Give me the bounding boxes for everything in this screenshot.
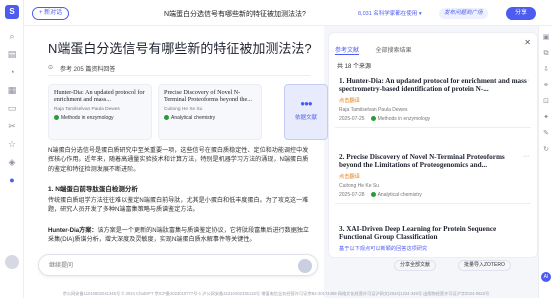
share-button[interactable]: 分享 (506, 7, 536, 20)
reference-item[interactable]: 1. Hunter-Dia: An updated protocol for e… (335, 73, 531, 128)
reference-card-title: Hunter-Dia: An updated protocol for enri… (54, 89, 145, 104)
journal-dot-icon (164, 115, 169, 120)
reference-title[interactable]: 2. Precise Discovery of Novel N-Terminal… (339, 153, 527, 170)
app-logo[interactable]: S (5, 5, 19, 19)
download-icon[interactable]: ⇩ (542, 66, 550, 74)
answer-paragraph: 传统蛋白质组学方法往往难以鉴定N端蛋白前导肽，尤其是小蛋白和低丰度蛋白。为了攻克… (48, 197, 309, 214)
page-footer: 京公网安备11010802041345号 © 2024 ChatGPT 京ICP… (62, 291, 490, 296)
link-icon[interactable]: ⚭ (542, 82, 550, 90)
reference-card[interactable]: Hunter-Dia: An updated protocol for enri… (48, 84, 152, 140)
more-icon[interactable]: ⋯ (523, 77, 529, 84)
doc-icon[interactable]: ▤ (6, 48, 18, 60)
reference-card-journal: Analytical chemistry (164, 115, 256, 121)
answer-paragraph: Hunter-Dia方案：该方案是一个更新的N端肽富集与质谱鉴定协议，它将肽段富… (48, 226, 310, 245)
more-references-label: 依据文献 (294, 115, 317, 121)
reference-item[interactable]: 3. XAI-Driven Deep Learning for Protein … (335, 221, 531, 257)
reference-journal: Methods in enzymology (377, 115, 431, 122)
copy-icon[interactable]: ⧉ (542, 50, 550, 58)
reference-card-authors: Cuitong He Xe Su (164, 107, 203, 112)
reference-card-title: Precise Discovery of Novel N-Terminal Pr… (164, 89, 252, 104)
chevron-down-icon: ⊙ (48, 65, 54, 71)
references-panel: 参考文献 全部搜索结果 ✕ 共 18 个来源 1. Hunter-Dia: An… (328, 32, 538, 258)
reference-item[interactable]: 2. Precise Discovery of Novel N-Terminal… (335, 149, 531, 204)
grid-icon[interactable]: ▦ (6, 84, 18, 96)
reference-journal: Analytical chemistry (377, 191, 422, 198)
share-all-button[interactable]: 分享全部文献 (394, 260, 437, 271)
chat-icon[interactable]: ● (6, 174, 18, 186)
share-to-plaza-button[interactable]: 发布问题到广场 (439, 8, 488, 19)
journal-dot-icon (370, 191, 376, 197)
star-icon[interactable]: ☆ (6, 138, 18, 150)
close-icon[interactable]: ✕ (524, 38, 531, 47)
usage-badge[interactable]: 8,031 名科学家都在使用 ▾ (358, 9, 422, 17)
reference-meta: 2025-07-28 Analytical chemistry (339, 191, 527, 198)
folder-icon[interactable]: ▭ (6, 102, 18, 114)
reference-title[interactable]: 1. Hunter-Dia: An updated protocol for e… (339, 77, 527, 94)
page-title: N端蛋白分选信号有哪些新的特征被加测法法? (48, 41, 312, 56)
edit-icon[interactable]: ✎ (542, 130, 550, 138)
layout-icon[interactable]: ▣ (542, 34, 550, 42)
section-heading: 1. N端蛋白前导肽蛋白检测分析 (48, 186, 138, 193)
chat-input-box[interactable] (38, 254, 318, 276)
avatar[interactable] (5, 255, 19, 269)
reference-bar[interactable]: ⊙ 参考 205 篇资料回答 (48, 61, 310, 76)
reference-date: 2025-07-25 (339, 115, 365, 122)
search-icon[interactable]: ⌕ (6, 30, 18, 42)
page-title-top: N端蛋白分选信号有哪些新的特征被加测法法? (164, 11, 306, 18)
translate-link[interactable]: 点击翻译 (339, 97, 527, 104)
layers-icon[interactable]: ◈ (6, 156, 18, 168)
reference-authors: Raja Tamilselvan Paula Dewes (339, 106, 408, 113)
journal-label: Methods in enzymology (61, 115, 114, 121)
bookmark-icon[interactable]: ⊡ (542, 98, 550, 106)
more-icon[interactable]: ⋯ (523, 153, 529, 160)
tab-all-results[interactable]: 全部搜索结果 (375, 45, 411, 54)
reference-cards: Hunter-Dia: An updated protocol for enri… (48, 84, 328, 144)
reference-meta: 2025-07-25 Methods in enzymology (339, 115, 527, 122)
import-zotero-button[interactable]: 批量导入ZOTERO (458, 260, 511, 271)
reference-card-journal: Methods in enzymology (54, 115, 146, 121)
source-count: 共 18 个来源 (337, 64, 372, 70)
answer-paragraph: N端蛋白分选信号是蛋白质研究中至关重要一项，这些信号在蛋白质稳定性、定位和功能调… (48, 147, 309, 173)
send-button[interactable] (298, 259, 312, 273)
journal-dot-icon (54, 115, 59, 120)
reference-card-authors: Raja Tamilselvan Paula Dewes (54, 107, 120, 112)
reference-date: 2025-07-28 (339, 191, 365, 198)
reference-card[interactable]: Precise Discovery of Novel N-Terminal Pr… (158, 84, 262, 140)
translate-link[interactable]: 基于以下观点可以新颖的回答这项研究 (339, 245, 527, 252)
journal-dot-icon (370, 115, 376, 121)
reference-bar-label: 参考 205 篇资料回答 (60, 67, 116, 73)
references-tabs: 参考文献 全部搜索结果 (335, 39, 423, 55)
translate-link[interactable]: 点击翻译 (339, 173, 527, 180)
tab-references[interactable]: 参考文献 (335, 45, 360, 55)
main-content: N端蛋白分选信号有哪些新的特征被加测法法? ⊙ 参考 205 篇资料回答 Hun… (24, 26, 328, 298)
ai-assistant-icon[interactable]: AI (541, 272, 551, 282)
new-chat-button[interactable]: + 新对话 (32, 7, 70, 20)
paragraph-lead: Hunter-Dia方案： (48, 227, 98, 234)
journal-label: Analytical chemistry (171, 115, 216, 121)
top-bar: + 新对话 N端蛋白分选信号有哪些新的特征被加测法法? 8,031 名科学家都在… (24, 0, 552, 26)
sparkle-icon[interactable]: ✦ (542, 114, 550, 122)
left-rail: S ⌕ ▤ ◔ ▦ ▭ ✂ ☆ ◈ ● (0, 0, 24, 298)
sync-icon[interactable]: ↻ (542, 146, 550, 154)
more-references-button[interactable]: ●●● 依据文献 (284, 84, 328, 140)
chat-input[interactable] (49, 261, 279, 271)
reference-title[interactable]: 3. XAI-Driven Deep Learning for Protein … (339, 225, 527, 242)
right-rail: ▣ ⧉ ⇩ ⚭ ⊡ ✦ ✎ ↻ AI (538, 26, 552, 298)
avatars-icon: ●●● (300, 99, 313, 108)
reference-authors: Cuitong He Ke Su (339, 182, 380, 189)
references-footer: 分享全部文献 批量导入ZOTERO (328, 260, 538, 274)
bell-icon[interactable]: ◔ (6, 66, 18, 78)
scissors-icon[interactable]: ✂ (6, 120, 18, 132)
